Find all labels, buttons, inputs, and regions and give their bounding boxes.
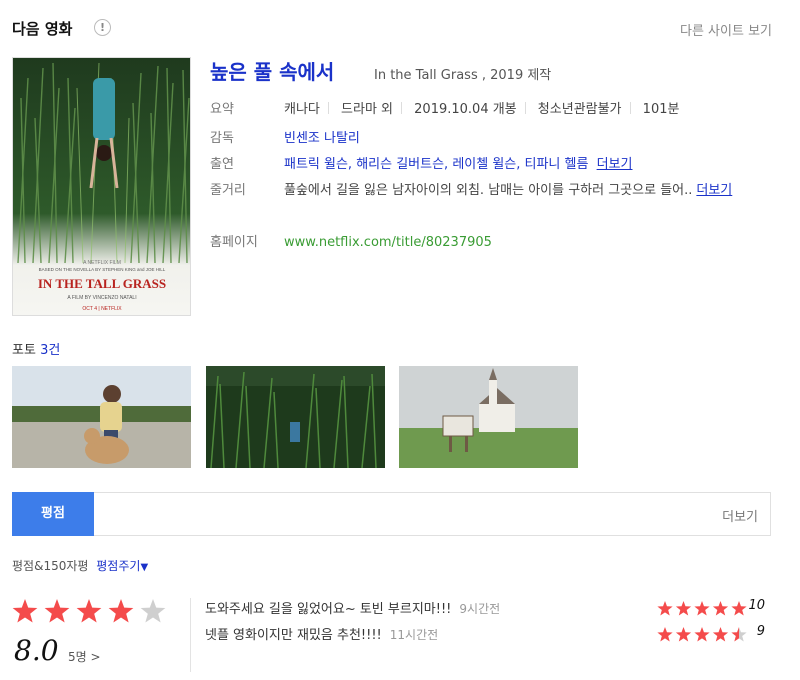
star-icon — [675, 601, 692, 616]
photo-thumbnail-2[interactable] — [206, 366, 385, 468]
review-item: 도와주세요 길을 잃었어요~ 토빈 부르지마!!! 9시간전 10 — [205, 598, 765, 618]
header: 다음 영화 ! 다른 사이트 보기 — [12, 16, 772, 40]
average-stars — [12, 598, 174, 630]
photo-count-link[interactable]: 3건 — [40, 343, 60, 358]
voters-link[interactable]: 5명 > — [68, 648, 101, 665]
original-title: In the Tall Grass — [374, 68, 478, 83]
rating-sub-label: 평점&150자평 — [12, 559, 89, 573]
director-link[interactable]: 빈센조 나탈리 — [284, 131, 360, 146]
review-text: 넷플 영화이지만 재밌음 추천!!!! — [205, 628, 382, 643]
average-score: 8.0 — [14, 634, 59, 667]
review-item: 넷플 영화이지만 재밌음 추천!!!! 11시간전 9 — [205, 624, 765, 644]
poster-credit: BASED ON THE NOVELLA BY STEPHEN KING and… — [39, 267, 166, 272]
divider — [190, 598, 191, 672]
review-stars-icon — [657, 627, 747, 642]
age-rating: 청소년관람불가 — [537, 102, 622, 117]
cast-more-link[interactable]: 더보기 — [597, 157, 633, 172]
genre: 드라마 외 — [341, 102, 394, 117]
review-time: 11시간전 — [389, 628, 439, 642]
cast-links[interactable]: 패트릭 윌슨, 해리슨 길버트슨, 레이첼 윌슨, 티파니 헬름 — [284, 157, 588, 172]
rating-subheader: 평점&150자평 평점주기▼ — [12, 557, 148, 574]
photo-thumbnail-1[interactable] — [12, 366, 191, 468]
star-icon — [712, 627, 729, 642]
give-rating-link[interactable]: 평점주기 — [96, 559, 140, 573]
runtime: 101분 — [642, 102, 680, 117]
photo-image — [399, 366, 578, 468]
plot-label: 줄거리 — [210, 183, 246, 198]
movie-subtitle: In the Tall Grass , 2019 제작 — [374, 68, 552, 83]
review-text: 도와주세요 길을 잃었어요~ 토빈 부르지마!!! — [205, 602, 452, 617]
rating-more-link[interactable]: 더보기 — [722, 506, 758, 525]
star-icon — [675, 627, 692, 642]
star-icon — [108, 599, 134, 623]
homepage-link[interactable]: www.netflix.com/title/80237905 — [284, 235, 492, 250]
poster-title: IN THE TALL GRASS — [38, 276, 166, 291]
star-icon — [731, 627, 747, 642]
review-score: 9 — [756, 624, 765, 639]
summary-row: 요약 캐나다 드라마 외 2019.10.04 개봉 청소년관람불가 101분 — [210, 100, 770, 129]
photo-image — [206, 366, 385, 468]
section-title: 다음 영화 — [12, 20, 73, 38]
review-time: 9시간전 — [459, 602, 501, 616]
movie-title[interactable]: 높은 풀 속에서 — [210, 56, 334, 85]
photo-header: 포토 3건 — [12, 339, 60, 358]
director-row: 감독 빈센조 나탈리 — [210, 129, 770, 155]
review-stars-icon — [657, 601, 747, 616]
photo-image — [12, 366, 191, 468]
release-date: 2019.10.04 개봉 — [414, 102, 517, 117]
homepage-row: 홈페이지 www.netflix.com/title/80237905 — [210, 233, 770, 255]
other-site-link[interactable]: 다른 사이트 보기 — [680, 20, 772, 39]
star-icon — [657, 601, 673, 616]
star-rating-icon — [12, 599, 166, 623]
star-icon — [694, 627, 710, 642]
star-icon — [12, 599, 38, 623]
plot-row: 줄거리 풀숲에서 길을 잃은 남자아이의 외침. 남매는 아이를 구하러 그곳으… — [210, 181, 770, 233]
star-icon — [712, 601, 729, 616]
star-icon — [657, 627, 673, 642]
star-icon — [140, 599, 166, 623]
star-icon — [44, 599, 70, 623]
poster-director: A FILM BY VINCENZO NATALI — [67, 295, 136, 301]
cast-label: 출연 — [210, 157, 234, 172]
info-icon[interactable]: ! — [94, 19, 111, 36]
summary-label: 요약 — [210, 102, 234, 117]
poster-release: OCT 4 | NETFLIX — [82, 306, 122, 312]
rating-tabbar: 평점 더보기 — [12, 492, 771, 536]
star-icon — [731, 601, 747, 616]
homepage-label: 홈페이지 — [210, 235, 258, 250]
cast-row: 출연 패트릭 윌슨, 해리슨 길버트슨, 레이첼 윌슨, 티파니 헬름 더보기 — [210, 155, 770, 181]
poster-image: A NETFLIX FILM BASED ON THE NOVELLA BY S… — [13, 58, 190, 315]
dropdown-triangle-icon[interactable]: ▼ — [140, 562, 148, 573]
plot-text: 풀숲에서 길을 잃은 남자아이의 외침. 남매는 아이를 구하러 그곳으로 들어… — [284, 183, 693, 198]
country: 캐나다 — [284, 102, 320, 117]
movie-poster[interactable]: A NETFLIX FILM BASED ON THE NOVELLA BY S… — [12, 57, 191, 316]
star-icon — [694, 601, 710, 616]
review-score: 10 — [748, 598, 765, 613]
tab-rating[interactable]: 평점 — [12, 492, 94, 536]
plot-more-link[interactable]: 더보기 — [696, 183, 732, 198]
production-year: 2019 제작 — [490, 68, 552, 83]
poster-tagline: A NETFLIX FILM — [83, 260, 121, 266]
director-label: 감독 — [210, 131, 234, 146]
photo-thumbnail-3[interactable] — [399, 366, 578, 468]
star-icon — [76, 599, 102, 623]
photo-label: 포토 — [12, 343, 36, 358]
movie-info: 요약 캐나다 드라마 외 2019.10.04 개봉 청소년관람불가 101분 … — [210, 100, 770, 255]
